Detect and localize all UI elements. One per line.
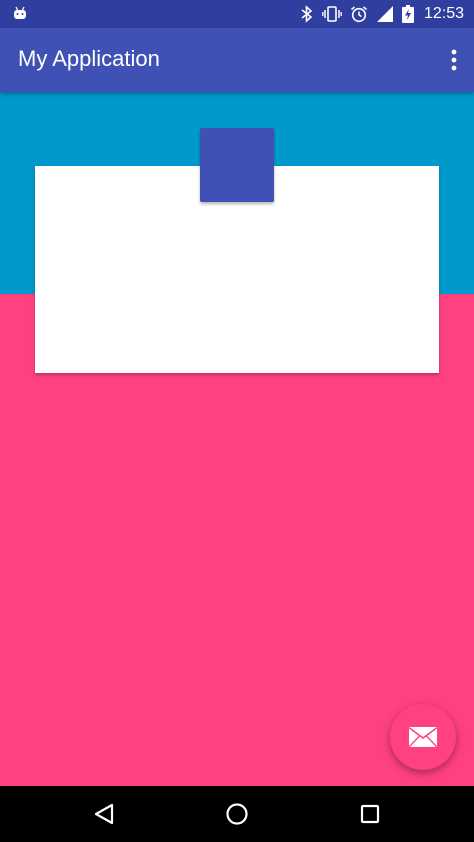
navigation-bar [0, 786, 474, 842]
vibrate-icon [322, 6, 342, 22]
status-time: 12:53 [423, 5, 464, 22]
app-bar: My Application [0, 28, 474, 92]
battery-charging-icon [401, 5, 414, 23]
email-icon [409, 727, 437, 747]
home-icon[interactable] [223, 800, 251, 828]
recents-icon[interactable] [356, 800, 384, 828]
app-title: My Application [18, 46, 160, 71]
android-notification-icon [14, 6, 26, 19]
status-icons: 12:53 [300, 0, 464, 28]
indigo-square [200, 128, 274, 202]
email-fab-button[interactable] [390, 704, 456, 770]
status-bar: 12:53 [0, 0, 474, 28]
back-icon[interactable] [90, 800, 118, 828]
alarm-icon [350, 6, 367, 23]
signal-icon [376, 6, 393, 22]
overflow-menu-icon[interactable] [448, 48, 460, 72]
screen: 12:53 My Application [0, 0, 474, 842]
bluetooth-icon [301, 5, 313, 23]
